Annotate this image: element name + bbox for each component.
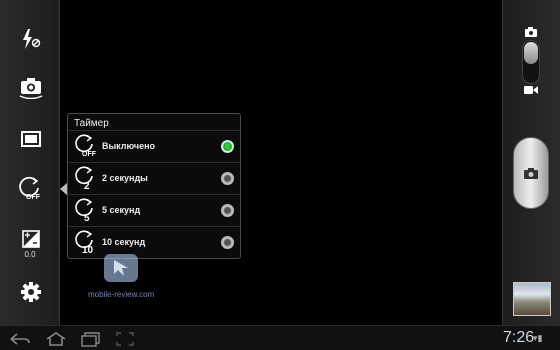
timer-2s-icon: 2 xyxy=(75,166,93,190)
timer-option-10s[interactable]: 10 10 секунд xyxy=(69,226,240,258)
watermark-text: mobile-review.com xyxy=(88,290,155,299)
timer-option-2s[interactable]: 2 2 секунды xyxy=(69,162,240,194)
shutter-button[interactable] xyxy=(513,137,549,209)
status-icons: ▾▮ xyxy=(533,333,543,343)
option-label: Выключено xyxy=(102,141,156,151)
mode-switch-knob[interactable] xyxy=(524,42,538,64)
mode-switch[interactable] xyxy=(522,40,540,84)
svg-text:OFF: OFF xyxy=(82,151,97,158)
timer-off-icon: OFF xyxy=(19,176,41,201)
left-toolbar: OFF 0.0 xyxy=(0,0,67,325)
camera-icon xyxy=(524,167,538,179)
popup-title: Таймер xyxy=(74,118,109,129)
radio-unselected[interactable] xyxy=(221,236,234,249)
timer-option-off[interactable]: OFF Выключено xyxy=(69,130,240,162)
exposure-value: 0.0 xyxy=(24,250,36,259)
camera-switch-icon xyxy=(19,78,43,99)
svg-text:2: 2 xyxy=(84,181,90,190)
exposure-button[interactable] xyxy=(15,225,47,253)
aspect-ratio-icon xyxy=(21,131,41,147)
back-icon[interactable] xyxy=(8,331,32,347)
settings-button[interactable] xyxy=(15,278,47,306)
timer-button[interactable]: OFF xyxy=(15,175,67,203)
timer-5s-icon: 5 xyxy=(75,198,93,222)
self-portrait-button[interactable] xyxy=(15,74,47,102)
system-nav-bar: 7:26 ▾▮ xyxy=(0,325,560,350)
watermark-logo xyxy=(104,254,138,282)
timer-10s-icon: 10 xyxy=(75,230,94,254)
timer-off-text: OFF xyxy=(26,194,41,201)
video-mode-icon xyxy=(524,86,538,94)
flash-off-icon xyxy=(23,29,41,49)
status-clock: 7:26 xyxy=(503,329,535,346)
radio-selected[interactable] xyxy=(221,140,234,153)
aspect-ratio-button[interactable] xyxy=(15,125,47,153)
recent-apps-icon[interactable] xyxy=(78,331,102,347)
exposure-icon xyxy=(22,230,40,248)
screenshot-icon[interactable] xyxy=(113,331,137,347)
option-label: 10 секунд xyxy=(102,237,146,247)
radio-unselected[interactable] xyxy=(221,172,234,185)
timer-off-icon: OFF xyxy=(75,134,97,158)
timer-option-5s[interactable]: 5 5 секунд xyxy=(69,194,240,226)
timer-popup: Таймер OFF Выключено 2 2 секунды 5 5 сек… xyxy=(67,113,241,259)
right-control-bar xyxy=(502,0,560,325)
svg-text:5: 5 xyxy=(84,213,90,222)
option-label: 2 секунды xyxy=(102,173,148,183)
radio-unselected[interactable] xyxy=(221,204,234,217)
gallery-thumbnail[interactable] xyxy=(513,282,551,316)
home-icon[interactable] xyxy=(44,331,68,347)
gear-icon xyxy=(21,282,41,302)
flash-off-button[interactable] xyxy=(15,25,47,53)
option-label: 5 секунд xyxy=(102,205,141,215)
photo-mode-icon xyxy=(525,27,537,37)
svg-text:10: 10 xyxy=(82,245,94,254)
